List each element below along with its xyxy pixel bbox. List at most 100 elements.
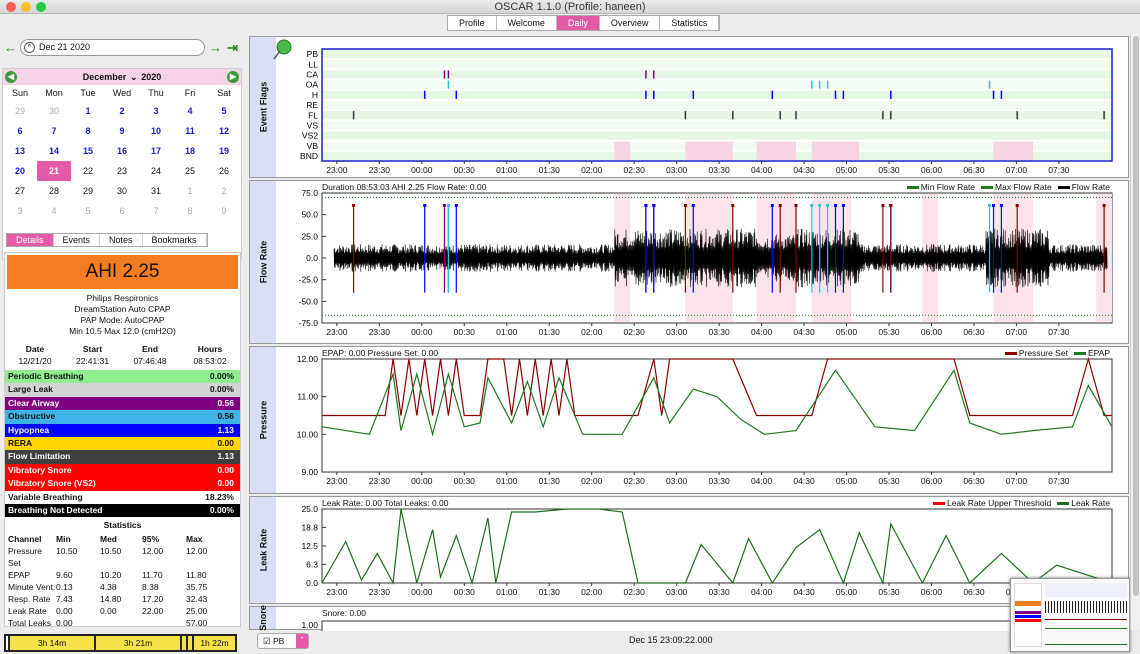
session-timeline-bar[interactable]: 3h 14m 3h 21m 1h 22m [4, 634, 237, 652]
calendar-day[interactable]: 29 [71, 181, 105, 201]
calendar-year[interactable]: 2020 [141, 72, 161, 82]
subtab-events[interactable]: Events [54, 234, 101, 246]
zoom-window-button[interactable] [36, 2, 46, 12]
calendar-day[interactable]: 5 [71, 201, 105, 221]
index-row: Vibratory Snore 0.00 [5, 463, 240, 478]
calendar-day[interactable]: 7 [139, 201, 173, 221]
calendar-day[interactable]: 30 [105, 181, 139, 201]
pin-icon[interactable] [273, 39, 292, 60]
calendar-day[interactable]: 11 [173, 121, 207, 141]
calendar-day[interactable]: 6 [3, 121, 37, 141]
stats-cell: 17.20 [142, 594, 164, 605]
calendar-day[interactable]: 7 [37, 121, 71, 141]
calendar-day[interactable]: 23 [105, 161, 139, 181]
calendar-day[interactable]: 6 [105, 201, 139, 221]
x-tick-label: 00:30 [454, 476, 476, 486]
tab-welcome[interactable]: Welcome [497, 16, 557, 30]
calendar-day[interactable]: 1 [173, 181, 207, 201]
calendar-day[interactable]: 25 [173, 161, 207, 181]
weekday-label: Fri [184, 88, 196, 98]
calendar-day[interactable]: 9 [207, 201, 241, 221]
chart-leak-rate[interactable]: Leak Rate Leak Rate: 0.00 Total Leaks: 0.… [249, 496, 1129, 604]
subtab-notes[interactable]: Notes [100, 234, 143, 246]
flag-row-band [323, 80, 1111, 89]
chart-pressure[interactable]: Pressure EPAP: 0.00 Pressure Set: 0.00 12.… [249, 346, 1129, 494]
calendar-month[interactable]: December [83, 72, 127, 82]
subtab-bookmarks[interactable]: Bookmarks [143, 234, 207, 246]
x-tick-label: 23:00 [326, 327, 348, 337]
calendar-day-selected[interactable]: 21 [37, 161, 71, 181]
calendar-day[interactable]: 17 [139, 141, 173, 161]
calendar-day[interactable]: 2 [207, 181, 241, 201]
minimize-window-button[interactable] [21, 2, 31, 12]
timeline-segment[interactable]: 3h 21m [96, 636, 182, 650]
calendar-day[interactable]: 20 [3, 161, 37, 181]
calendar-day[interactable]: 8 [71, 121, 105, 141]
legend-swatch [1073, 352, 1086, 356]
scrollbar-thumb[interactable] [1133, 36, 1139, 596]
jump-end-icon[interactable]: ⇥ [227, 40, 238, 56]
calendar-day[interactable]: 4 [173, 101, 207, 121]
prev-month-icon[interactable]: ◀ [5, 71, 17, 83]
vb-span [993, 141, 1033, 160]
subtab-details[interactable]: Details [7, 234, 54, 246]
charts-scrollbar[interactable] [1130, 34, 1140, 630]
weekday-label: Mon [45, 88, 63, 98]
tab-daily[interactable]: Daily [556, 16, 600, 30]
timeline-segment[interactable]: 1h 22m [194, 636, 235, 650]
calendar-day[interactable]: 18 [173, 141, 207, 161]
calendar-day[interactable]: 9 [105, 121, 139, 141]
calendar-day[interactable]: 8 [173, 201, 207, 221]
calendar-day[interactable]: 5 [207, 101, 241, 121]
x-tick-label: 00:30 [454, 587, 476, 597]
flow-event-cap [644, 204, 648, 207]
calendar-day[interactable]: 26 [207, 161, 241, 181]
calendar-day[interactable]: 19 [207, 141, 241, 161]
flag-row-label: VB [307, 141, 319, 151]
chart-flow-rate[interactable]: Flow Rate Duration 08:53:03 AHI 2.25 Flow… [249, 180, 1129, 344]
date-picker[interactable]: ^ Dec 21 2020 [20, 39, 205, 56]
next-month-icon[interactable]: ▶ [227, 71, 239, 83]
calendar-day[interactable]: 22 [71, 161, 105, 181]
y-tick-label: 12.5 [301, 541, 318, 551]
chart-snore[interactable]: Snore Snore: 0.00 1.00 [249, 605, 1129, 631]
calendar-day[interactable]: 24 [139, 161, 173, 181]
tab-overview[interactable]: Overview [600, 16, 661, 30]
calendar-day[interactable]: 16 [105, 141, 139, 161]
flow-event-cap [442, 204, 446, 207]
calendar-day[interactable]: 13 [3, 141, 37, 161]
flow-event-cap [810, 204, 814, 207]
x-tick-label: 23:30 [369, 165, 391, 175]
main-tabs: Profile Welcome Daily Overview Statistics [447, 15, 721, 31]
calendar-day[interactable]: 10 [139, 121, 173, 141]
calendar-day[interactable]: 14 [37, 141, 71, 161]
calendar-day[interactable]: 3 [3, 201, 37, 221]
tab-profile[interactable]: Profile [448, 16, 497, 30]
calendar-day[interactable]: 3 [139, 101, 173, 121]
stats-row: EPAP 9.60 10.20 11.70 11.80 [5, 569, 240, 581]
calendar-day[interactable]: 27 [3, 181, 37, 201]
tab-statistics[interactable]: Statistics [660, 16, 720, 30]
close-window-button[interactable] [6, 2, 16, 12]
left-sidebar: ← ^ Dec 21 2020 → ⇥ ◀ December ⌄ 2020 ▶ … [0, 34, 245, 654]
calendar-day[interactable]: 29 [3, 101, 37, 121]
calendar-day[interactable]: 28 [37, 181, 71, 201]
calendar-day[interactable]: 4 [37, 201, 71, 221]
index-row: Clear Airway 0.56 [5, 396, 240, 411]
calendar-day[interactable]: 12 [207, 121, 241, 141]
event-flag-select[interactable]: ☑ PB ⌃ [257, 633, 309, 649]
stats-cell: 0.13 [56, 582, 73, 593]
calendar-day[interactable]: 15 [71, 141, 105, 161]
legend-swatch [932, 502, 945, 506]
calendar-day[interactable]: 30 [37, 101, 71, 121]
arrow-left-icon[interactable]: ← [4, 40, 17, 55]
y-tick-label: 75.0 [301, 188, 318, 198]
calendar-day[interactable]: 1 [71, 101, 105, 121]
chart-event-flags[interactable]: Event Flags PB LL CA OA H RE FL VS VS2 VB BND 23:00 2… [249, 36, 1129, 178]
chevron-down-icon[interactable]: ⌄ [129, 69, 139, 85]
calendar-day[interactable]: 2 [105, 101, 139, 121]
calendar-day[interactable]: 31 [139, 181, 173, 201]
stats-header: Max [186, 534, 203, 545]
timeline-segment[interactable]: 3h 14m [10, 636, 96, 650]
arrow-right-icon[interactable]: → [209, 40, 222, 55]
